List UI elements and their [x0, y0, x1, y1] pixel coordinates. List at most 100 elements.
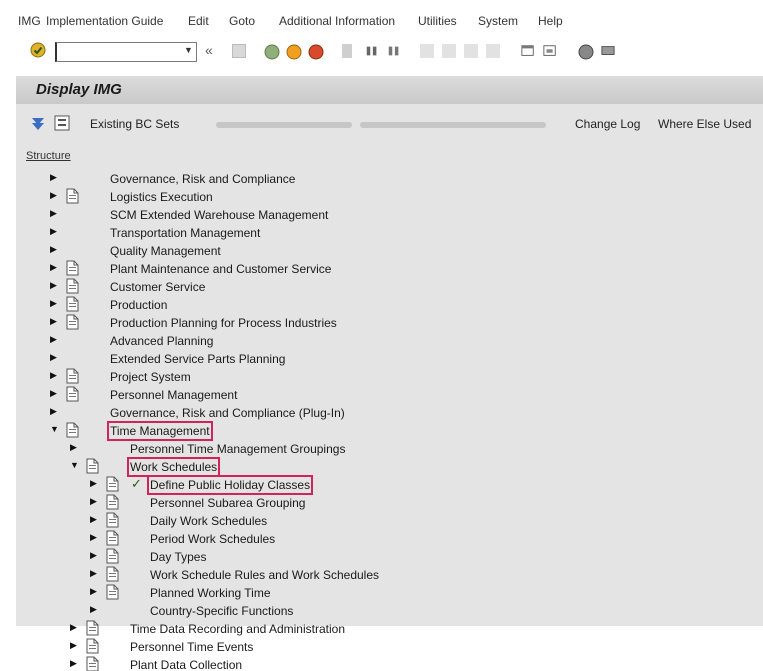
tree-node[interactable]: ▶ Personnel Time Events — [0, 638, 700, 656]
save-icon[interactable] — [232, 44, 246, 58]
previous-page-icon[interactable] — [442, 44, 456, 58]
document-page-icon[interactable] — [86, 656, 99, 671]
shortcut-icon[interactable] — [542, 44, 558, 58]
triangle-right-icon[interactable]: ▶ — [90, 604, 97, 615]
help-icon[interactable] — [578, 44, 594, 60]
triangle-right-icon[interactable]: ▶ — [50, 316, 57, 327]
tree-node[interactable]: ▶ Period Work Schedules — [0, 530, 700, 548]
tree-node-label[interactable]: Period Work Schedules — [150, 532, 275, 546]
document-page-icon[interactable] — [106, 584, 119, 600]
tree-node[interactable]: ▶ Governance, Risk and Compliance (Plug-I… — [0, 404, 700, 422]
tree-node-label[interactable]: Planned Working Time — [150, 586, 271, 600]
tree-node-label[interactable]: Customer Service — [110, 280, 205, 294]
tree-node[interactable]: ▼ Work Schedules — [0, 457, 700, 477]
tree-node[interactable]: ▶ Governance, Risk and Compliance — [0, 170, 700, 188]
tree-node[interactable]: ▶ Plant Maintenance and Customer Service — [0, 260, 700, 278]
triangle-right-icon[interactable]: ▶ — [90, 478, 97, 489]
double-chevron-left-icon[interactable]: « — [205, 42, 213, 58]
tree-node[interactable]: ▶ Day Types — [0, 548, 700, 566]
document-page-icon[interactable] — [66, 314, 79, 330]
customize-layout-icon[interactable] — [600, 44, 616, 58]
command-field[interactable] — [55, 42, 197, 62]
checkmark-icon[interactable]: ✓ — [131, 476, 142, 492]
tree-node-label[interactable]: Governance, Risk and Compliance — [110, 172, 295, 186]
document-page-icon[interactable] — [66, 260, 79, 276]
triangle-right-icon[interactable]: ▶ — [50, 190, 57, 201]
tree-node-label[interactable]: Work Schedules — [126, 457, 221, 477]
menu-implementation-guide[interactable]: Implementation Guide — [46, 14, 163, 28]
document-page-icon[interactable] — [66, 422, 79, 438]
tree-node[interactable]: ▶ Plant Data Collection — [0, 656, 700, 671]
tree-node-label[interactable]: Plant Data Collection — [130, 658, 242, 671]
tree-node[interactable]: ▶ Work Schedule Rules and Work Schedules — [0, 566, 700, 584]
expand-subtree-icon[interactable] — [30, 115, 46, 131]
triangle-right-icon[interactable]: ▶ — [50, 280, 57, 291]
menu-utilities[interactable]: Utilities — [418, 14, 457, 28]
tree-node[interactable]: ▶ Production Planning for Process Industr… — [0, 314, 700, 332]
tree-node-label[interactable]: Work Schedule Rules and Work Schedules — [150, 568, 379, 582]
document-page-icon[interactable] — [66, 368, 79, 384]
document-page-icon[interactable] — [106, 530, 119, 546]
triangle-right-icon[interactable]: ▶ — [70, 622, 77, 633]
menu-img[interactable]: IMG — [18, 14, 41, 28]
existing-bc-sets-button[interactable]: Existing BC Sets — [90, 117, 179, 131]
triangle-right-icon[interactable]: ▶ — [90, 532, 97, 543]
check-circle-icon[interactable] — [30, 42, 46, 58]
tree-node-label[interactable]: Extended Service Parts Planning — [110, 352, 285, 366]
tree-node[interactable]: ▶ Logistics Execution — [0, 188, 700, 206]
triangle-right-icon[interactable]: ▶ — [90, 586, 97, 597]
cancel-icon[interactable] — [308, 44, 324, 60]
triangle-right-icon[interactable]: ▶ — [70, 442, 77, 453]
where-else-used-button[interactable]: Where Else Used — [658, 117, 751, 131]
tree-node[interactable]: ▶ ✓ Define Public Holiday Classes — [0, 475, 700, 495]
new-session-icon[interactable] — [520, 44, 536, 58]
tree-node[interactable]: ▶ SCM Extended Warehouse Management — [0, 206, 700, 224]
triangle-right-icon[interactable]: ▶ — [50, 370, 57, 381]
menu-additional-information[interactable]: Additional Information — [279, 14, 395, 28]
triangle-right-icon[interactable]: ▶ — [90, 496, 97, 507]
tree-node[interactable]: ▶ Planned Working Time — [0, 584, 700, 602]
tree-node[interactable]: ▶ Daily Work Schedules — [0, 512, 700, 530]
print-icon[interactable] — [342, 44, 352, 58]
tree-node-label[interactable]: SCM Extended Warehouse Management — [110, 208, 328, 222]
tree-node-label[interactable]: Production Planning for Process Industri… — [110, 316, 337, 330]
document-page-icon[interactable] — [106, 566, 119, 582]
document-page-icon[interactable] — [106, 512, 119, 528]
tree-node-label[interactable]: Project System — [110, 370, 191, 384]
document-page-icon[interactable] — [106, 494, 119, 510]
tree-node[interactable]: ▶ Personnel Management — [0, 386, 700, 404]
tree-node-label[interactable]: Personnel Time Management Groupings — [130, 442, 345, 456]
document-page-icon[interactable] — [106, 548, 119, 564]
collapse-subtree-icon[interactable] — [54, 115, 70, 131]
tree-node-label[interactable]: Personnel Subarea Grouping — [150, 496, 305, 510]
triangle-right-icon[interactable]: ▶ — [50, 244, 57, 255]
triangle-down-icon[interactable]: ▼ — [50, 424, 59, 434]
document-page-icon[interactable] — [66, 386, 79, 402]
triangle-right-icon[interactable]: ▶ — [50, 406, 57, 417]
triangle-down-icon[interactable]: ▼ — [70, 460, 79, 470]
tree-node[interactable]: ▶ Time Data Recording and Administration — [0, 620, 700, 638]
menu-edit[interactable]: Edit — [188, 14, 209, 28]
triangle-right-icon[interactable]: ▶ — [50, 388, 57, 399]
back-icon[interactable] — [264, 44, 280, 60]
triangle-right-icon[interactable]: ▶ — [50, 352, 57, 363]
menu-goto[interactable]: Goto — [229, 14, 255, 28]
find-icon[interactable] — [364, 44, 380, 58]
tree-node[interactable]: ▼ Time Management — [0, 421, 700, 441]
next-page-icon[interactable] — [464, 44, 478, 58]
tree-node-label[interactable]: Time Management — [107, 421, 213, 441]
tree-node-label[interactable]: Advanced Planning — [110, 334, 213, 348]
tree-node-label[interactable]: Governance, Risk and Compliance (Plug-In… — [110, 406, 345, 420]
triangle-right-icon[interactable]: ▶ — [50, 334, 57, 345]
document-page-icon[interactable] — [66, 188, 79, 204]
tree-node[interactable]: ▶ Personnel Subarea Grouping — [0, 494, 700, 512]
tree-node-label[interactable]: Country-Specific Functions — [150, 604, 293, 618]
command-input[interactable] — [57, 43, 196, 61]
change-log-button[interactable]: Change Log — [575, 117, 640, 131]
document-page-icon[interactable] — [86, 620, 99, 636]
tree-node[interactable]: ▶ Customer Service — [0, 278, 700, 296]
triangle-right-icon[interactable]: ▶ — [50, 298, 57, 309]
tree-node-label[interactable]: Transportation Management — [110, 226, 260, 240]
tree-node-label[interactable]: Logistics Execution — [110, 190, 213, 204]
triangle-right-icon[interactable]: ▶ — [90, 568, 97, 579]
